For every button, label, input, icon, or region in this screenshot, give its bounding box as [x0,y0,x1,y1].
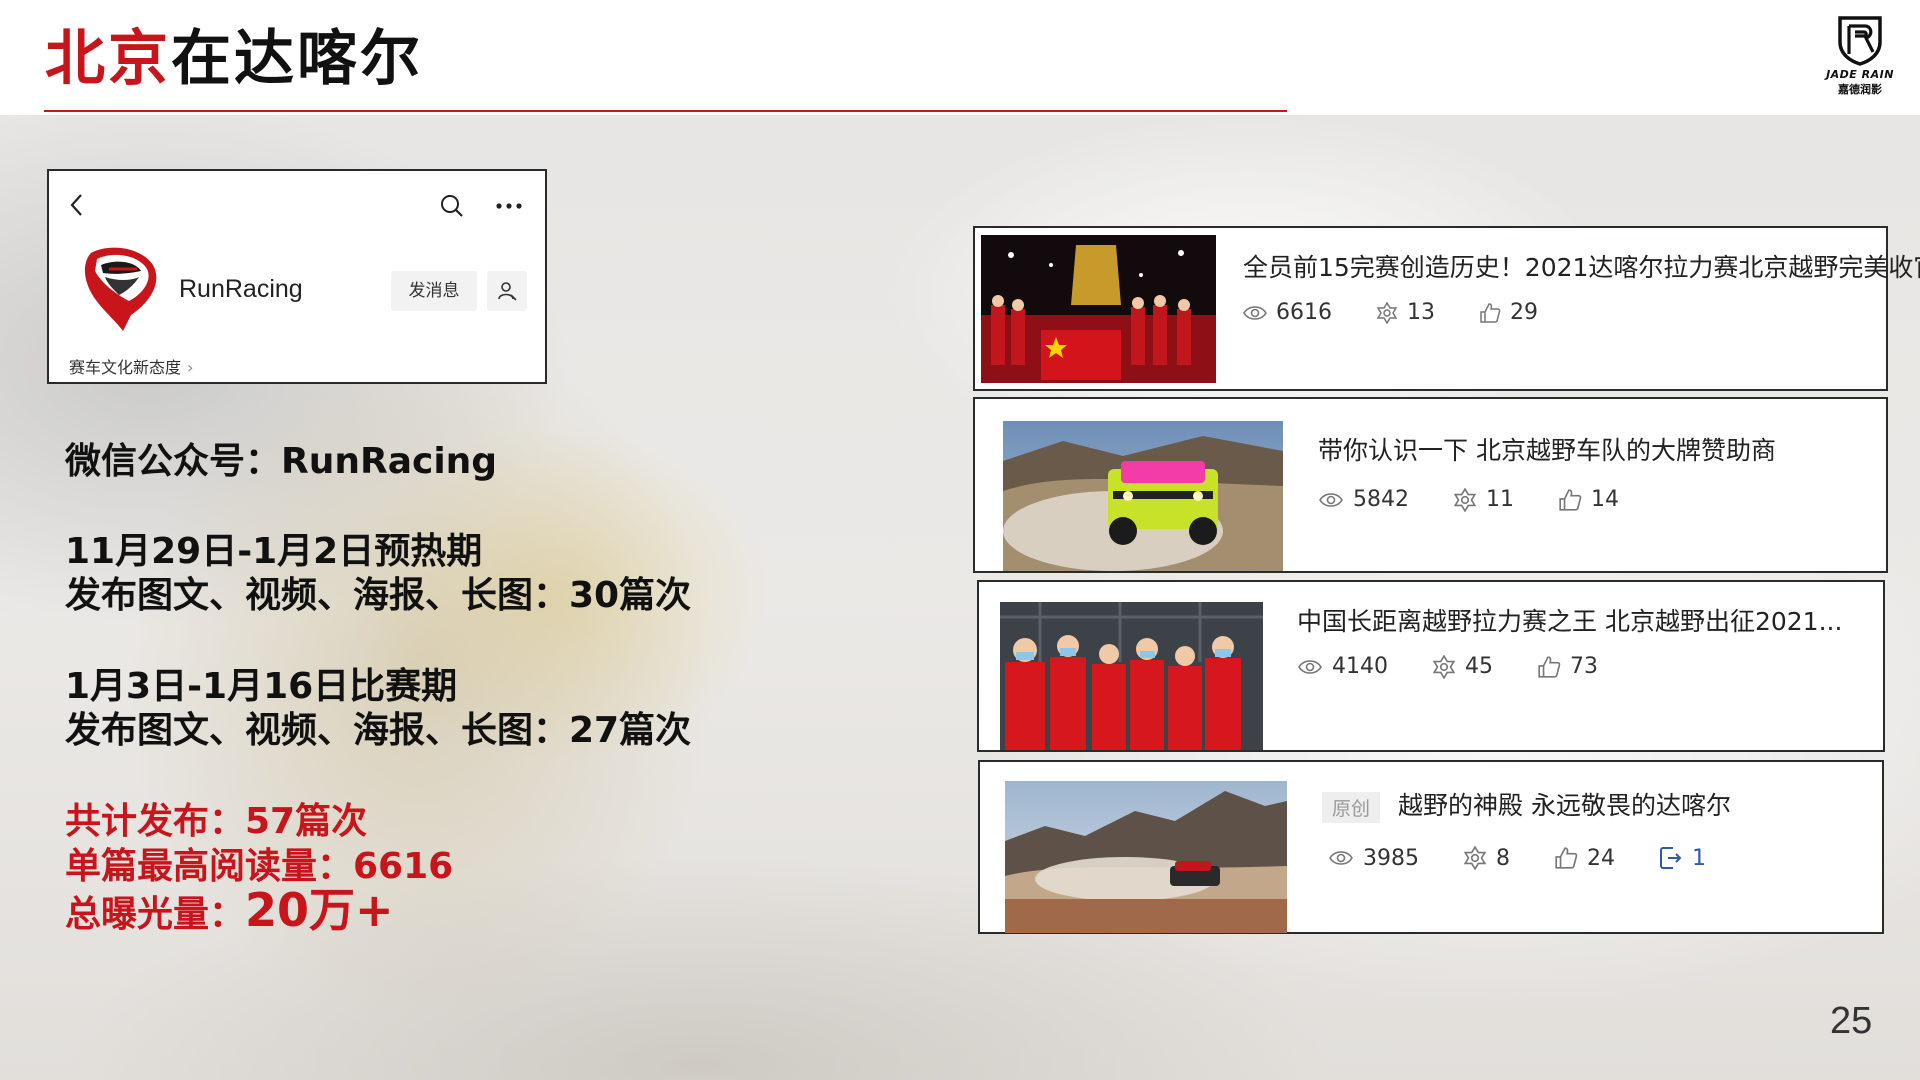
user-profile-button[interactable] [487,271,527,311]
phase2-dates: 1月3日-1月16日比赛期 [65,666,458,707]
like-count: 14 [1558,487,1619,512]
article-thumbnail [1003,421,1283,571]
share-count-value: 11 [1486,487,1514,512]
article-card[interactable]: 中国长距离越野拉力赛之王 北京越野出征2021... 4140 45 73 [977,580,1885,752]
view-count-value: 4140 [1332,654,1388,679]
repost-icon [1660,847,1682,869]
like-count: 73 [1537,654,1598,679]
view-count: 4140 [1297,654,1388,679]
thumbs-up-icon [1538,655,1561,678]
account-avatar[interactable] [79,243,165,333]
like-count-value: 14 [1591,487,1619,512]
share-star-icon [1376,301,1398,324]
header: 北京在达喀尔 JADE RAIN 嘉德润影 [0,0,1920,115]
exposure-value: 20万+ [245,883,394,937]
article-title: 带你认识一下 北京越野车队的大牌赞助商 [1318,436,1776,465]
brand-name-en: JADE RAIN [1826,68,1894,81]
brand-logo: JADE RAIN 嘉德润影 [1805,14,1915,109]
thumbs-up-icon [1559,488,1582,511]
eye-icon [1298,659,1322,674]
brand-name-cn: 嘉德润影 [1838,83,1882,96]
chevron-right-icon: › [187,358,194,377]
eye-icon [1319,492,1343,507]
share-count-value: 13 [1407,300,1435,325]
repost-count-value: 1 [1692,845,1706,871]
share-count-value: 45 [1465,654,1493,679]
article-card[interactable]: 全员前15完赛创造历史！2021达喀尔拉力赛北京越野完美收官 6616 13 2… [973,226,1920,391]
title-black-part: 在达喀尔 [171,24,423,94]
more-icon[interactable] [494,193,524,219]
like-count-value: 29 [1510,300,1538,325]
article-stats: 6616 13 29 [1243,300,1582,325]
like-count-value: 73 [1570,654,1598,679]
wechat-profile-card: RunRacing 发消息 赛车文化新态度 › [47,169,547,384]
account-name: RunRacing [179,275,303,303]
eye-icon [1243,305,1267,320]
thumbs-up-icon [1555,847,1578,869]
account-description[interactable]: 赛车文化新态度 › [69,354,193,378]
article-stats: 5842 11 14 [1318,487,1663,512]
like-count-value: 24 [1587,845,1615,871]
article-thumbnail [1000,602,1263,750]
share-count: 13 [1376,300,1435,325]
repost-count: 1 [1659,845,1706,871]
like-count: 24 [1554,846,1615,871]
phase2-count: 发布图文、视频、海报、长图：27篇次 [65,710,692,751]
original-tag: 原创 [1322,791,1381,823]
send-message-button[interactable]: 发消息 [391,271,477,311]
share-star-icon [1453,487,1477,512]
share-count: 11 [1453,487,1514,512]
article-title: 越野的神殿 永远敬畏的达喀尔 [1398,791,1731,820]
brand-emblem-icon [1838,16,1882,66]
article-stats: 4140 45 73 [1297,654,1642,679]
share-count: 45 [1432,654,1493,679]
share-star-icon [1432,654,1456,679]
article-title: 全员前15完赛创造历史！2021达喀尔拉力赛北京越野完美收官 [1243,253,1920,282]
view-count: 3985 [1328,846,1419,871]
thumbs-up-icon [1480,302,1501,323]
share-count-value: 8 [1496,845,1510,871]
total-exposure: 总曝光量：20万+ [65,887,394,937]
view-count: 5842 [1318,487,1409,512]
total-posts: 共计发布：57篇次 [65,801,368,842]
article-card[interactable]: 原创 越野的神殿 永远敬畏的达喀尔 3985 8 24 1 [978,760,1884,934]
article-title: 中国长距离越野拉力赛之王 北京越野出征2021... [1297,607,1843,636]
user-icon [498,282,517,301]
eye-icon [1329,851,1353,865]
page-number: 25 [1830,1000,1873,1042]
view-count-value: 5842 [1353,487,1409,512]
share-count: 8 [1463,846,1510,871]
search-icon[interactable] [439,193,465,219]
article-title-row: 原创 越野的神殿 永远敬畏的达喀尔 [1322,786,1731,823]
title-underline [44,110,1287,112]
article-card[interactable]: 带你认识一下 北京越野车队的大牌赞助商 5842 11 14 [973,397,1888,573]
share-star-icon [1463,846,1487,870]
article-thumbnail [1005,781,1287,933]
back-icon[interactable] [67,191,87,219]
like-count: 29 [1479,300,1538,325]
phase1-dates: 11月29日-1月2日预热期 [65,531,483,572]
view-count-value: 3985 [1363,845,1419,871]
article-stats: 3985 8 24 1 [1328,845,1750,871]
exposure-label: 总曝光量： [65,894,246,935]
phase1-count: 发布图文、视频、海报、长图：30篇次 [65,575,692,616]
account-description-text: 赛车文化新态度 [69,358,182,377]
article-thumbnail [981,235,1216,383]
view-count-value: 6616 [1276,300,1332,325]
account-line: 微信公众号：RunRacing [65,441,498,482]
title-red-part: 北京 [45,24,171,94]
view-count: 6616 [1243,300,1332,325]
page-title: 北京在达喀尔 [45,14,423,104]
